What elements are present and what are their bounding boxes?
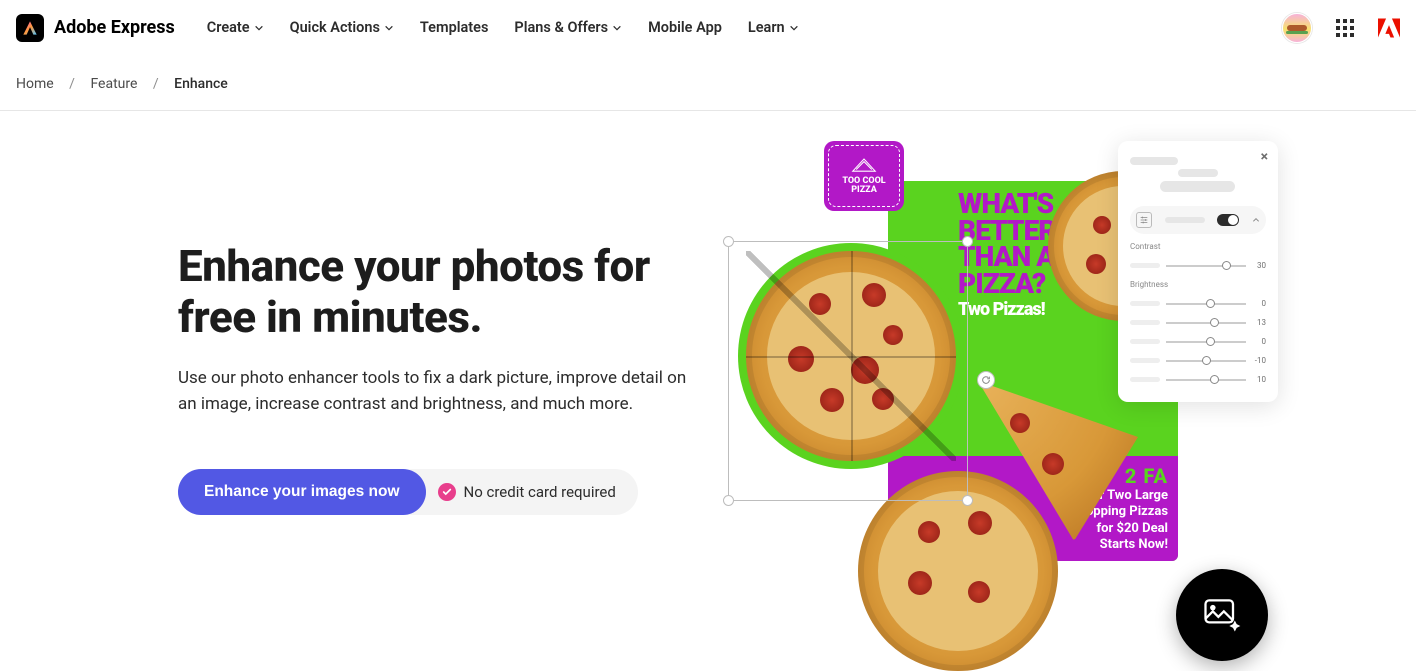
- adjustments-toggle-row[interactable]: [1130, 206, 1266, 234]
- pizza-image-main: [746, 251, 956, 461]
- image-sparkle-icon: [1200, 593, 1244, 637]
- slider-track[interactable]: [1166, 322, 1246, 324]
- app-switcher-icon[interactable]: [1336, 19, 1354, 37]
- close-icon[interactable]: ×: [1261, 149, 1268, 165]
- toggle-switch[interactable]: [1217, 214, 1239, 226]
- user-avatar[interactable]: [1282, 13, 1312, 43]
- resize-handle-icon[interactable]: [723, 495, 734, 506]
- chevron-down-icon: [384, 23, 394, 33]
- contrast-label: Contrast: [1130, 242, 1266, 251]
- hero-illustration: WHAT'S BETTER THAN A PIZZA?Two Pizzas! 2…: [738, 131, 1278, 651]
- slider-thumb-icon[interactable]: [1222, 261, 1231, 270]
- slider-track[interactable]: [1166, 360, 1246, 362]
- hero-subtitle: Use our photo enhancer tools to fix a da…: [178, 366, 698, 417]
- adobe-logo-icon[interactable]: [1378, 18, 1400, 38]
- sliders-icon: [1136, 212, 1152, 228]
- chevron-up-icon: [1252, 216, 1260, 224]
- chevron-down-icon: [789, 23, 799, 33]
- chevron-down-icon: [254, 23, 264, 33]
- slider-row[interactable]: 10: [1130, 375, 1266, 384]
- nav-templates[interactable]: Templates: [420, 19, 489, 36]
- resize-handle-icon[interactable]: [723, 236, 734, 247]
- nav-quick-actions[interactable]: Quick Actions: [290, 19, 394, 36]
- adjustments-panel: × Contrast 30 Brightness 0 13 0 -10 10: [1118, 141, 1278, 402]
- brand-logo[interactable]: Adobe Express: [16, 14, 175, 42]
- pizza-image-bottom: [858, 471, 1058, 671]
- slider-row[interactable]: 0: [1130, 337, 1266, 346]
- slider-thumb-icon[interactable]: [1206, 337, 1215, 346]
- nav-mobile-app[interactable]: Mobile App: [648, 19, 722, 36]
- slider-track[interactable]: [1166, 303, 1246, 305]
- breadcrumb-home[interactable]: Home: [16, 76, 54, 92]
- hero-section: Enhance your photos for free in minutes.…: [0, 111, 1416, 671]
- nav-create[interactable]: Create: [207, 19, 264, 36]
- breadcrumb: Home / Feature / Enhance: [0, 56, 1416, 111]
- slider-track[interactable]: [1166, 379, 1246, 381]
- slider-value: 0: [1252, 337, 1266, 346]
- hero-title: Enhance your photos for free in minutes.: [178, 241, 718, 342]
- slider-row[interactable]: 30: [1130, 261, 1266, 270]
- slider-row[interactable]: -10: [1130, 356, 1266, 365]
- slider-value: -10: [1252, 356, 1266, 365]
- chevron-down-icon: [612, 23, 622, 33]
- slider-value: 13: [1252, 318, 1266, 327]
- enhance-images-button[interactable]: Enhance your images now: [178, 469, 426, 515]
- slider-value: 0: [1252, 299, 1266, 308]
- slider-row[interactable]: 13: [1130, 318, 1266, 327]
- slider-thumb-icon[interactable]: [1206, 299, 1215, 308]
- promo-headline: WHAT'S BETTER THAN A PIZZA?Two Pizzas!: [958, 191, 1056, 318]
- slider-row[interactable]: 0: [1130, 299, 1266, 308]
- slider-track[interactable]: [1166, 341, 1246, 343]
- nav-learn[interactable]: Learn: [748, 19, 799, 36]
- adobe-express-logo-icon: [16, 14, 44, 42]
- slider-thumb-icon[interactable]: [1210, 375, 1219, 384]
- check-circle-icon: [438, 483, 456, 501]
- top-nav: Adobe Express Create Quick Actions Templ…: [0, 0, 1416, 56]
- enhance-fab-button[interactable]: [1176, 569, 1268, 661]
- slider-thumb-icon[interactable]: [1210, 318, 1219, 327]
- nav-plans[interactable]: Plans & Offers: [514, 19, 622, 36]
- brand-name: Adobe Express: [54, 17, 175, 38]
- slider-thumb-icon[interactable]: [1202, 356, 1211, 365]
- breadcrumb-current: Enhance: [174, 76, 228, 92]
- slider-value: 10: [1252, 375, 1266, 384]
- slider-value: 30: [1252, 261, 1266, 270]
- cta-note: No credit card required: [390, 469, 638, 515]
- breadcrumb-feature[interactable]: Feature: [90, 76, 137, 92]
- primary-nav: Create Quick Actions Templates Plans & O…: [207, 19, 799, 36]
- slider-track[interactable]: [1166, 265, 1246, 267]
- brightness-label: Brightness: [1130, 280, 1266, 289]
- pizza-stamp-badge: TOO COOLPIZZA: [824, 141, 904, 211]
